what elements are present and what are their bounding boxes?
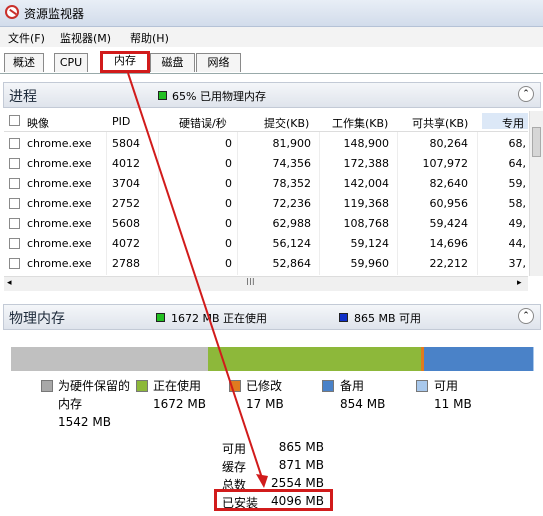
- annotation-arrow-icon: [127, 72, 268, 488]
